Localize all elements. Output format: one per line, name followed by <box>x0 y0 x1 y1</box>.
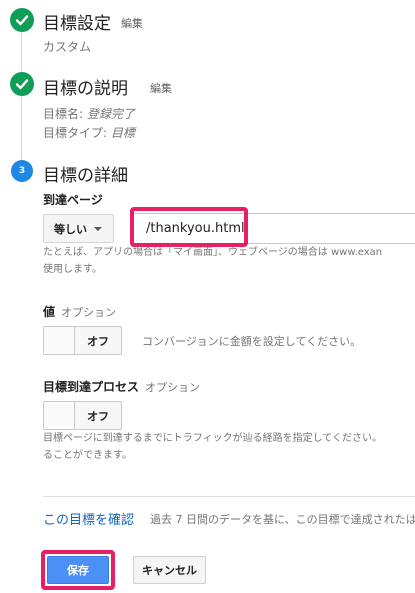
funnel-help-line: ることができます。 <box>43 450 132 461</box>
caret-down-icon <box>94 226 102 231</box>
step-title: 目標設定 <box>43 14 111 34</box>
check-circle-icon <box>10 8 34 32</box>
destination-help-line: 使用します。 <box>43 264 102 275</box>
step-number-badge: 3 <box>11 160 33 182</box>
destination-url-input[interactable]: /thankyou.html <box>130 213 415 244</box>
step-title: 目標の詳細 <box>43 166 128 186</box>
funnel-label-text: 目標到達プロセス <box>43 380 140 394</box>
value-toggle[interactable]: オフ <box>43 326 122 355</box>
goal-name-value: 登録完了 <box>86 107 135 121</box>
value-label-text: 値 <box>43 305 56 319</box>
destination-help-line: たとえば、アプリの場合は「マイ画面」、ウェブページの場合は www.exan <box>43 247 383 258</box>
destination-help: たとえば、アプリの場合は「マイ画面」、ウェブページの場合は www.exan 使… <box>43 244 415 278</box>
verify-description: 過去 7 日間のデータを基に、この目標で達成されたは <box>150 513 415 526</box>
check-circle-icon <box>10 72 34 96</box>
step-title: 目標の説明 <box>43 79 128 99</box>
optional-tag: オプション <box>61 306 117 319</box>
goal-type: 目標タイプ: 目標 <box>43 124 135 141</box>
goal-setup-value: カスタム <box>43 40 92 54</box>
destination-label: 到達ページ <box>43 193 103 207</box>
verify-goal-link[interactable]: この目標を確認 <box>43 509 134 528</box>
optional-tag: オプション <box>145 381 201 394</box>
goal-name-label: 目標名: <box>43 107 87 121</box>
goal-name: 目標名: 登録完了 <box>43 105 135 122</box>
save-button[interactable]: 保存 <box>47 556 109 584</box>
toggle-knob <box>44 402 75 429</box>
divider <box>43 496 415 497</box>
funnel-help-line: 目標ページに到達するまでにトラフィックが辿る経路を指定してください。 <box>43 433 382 444</box>
value-description: コンバージョンに金額を設定してください。 <box>142 335 362 348</box>
destination-url-value: /thankyou.html <box>146 221 245 236</box>
value-label: 値オプション <box>43 303 116 320</box>
timeline-connector <box>21 30 22 180</box>
toggle-knob <box>44 327 75 354</box>
match-type-value: 等しい <box>54 222 87 236</box>
toggle-state: オフ <box>87 334 109 348</box>
funnel-toggle[interactable]: オフ <box>43 401 122 430</box>
edit-link[interactable]: 編集 <box>150 80 172 96</box>
funnel-help: 目標ページに到達するまでにトラフィックが辿る経路を指定してください。 ることがで… <box>43 430 415 464</box>
goal-type-label: 目標タイプ: <box>43 126 111 140</box>
goal-type-value: 目標 <box>110 126 135 140</box>
match-type-select[interactable]: 等しい <box>43 214 114 243</box>
cancel-button[interactable]: キャンセル <box>133 556 206 584</box>
toggle-state: オフ <box>87 409 109 423</box>
funnel-label: 目標到達プロセス オプション <box>43 378 200 395</box>
edit-link[interactable]: 編集 <box>121 15 143 31</box>
